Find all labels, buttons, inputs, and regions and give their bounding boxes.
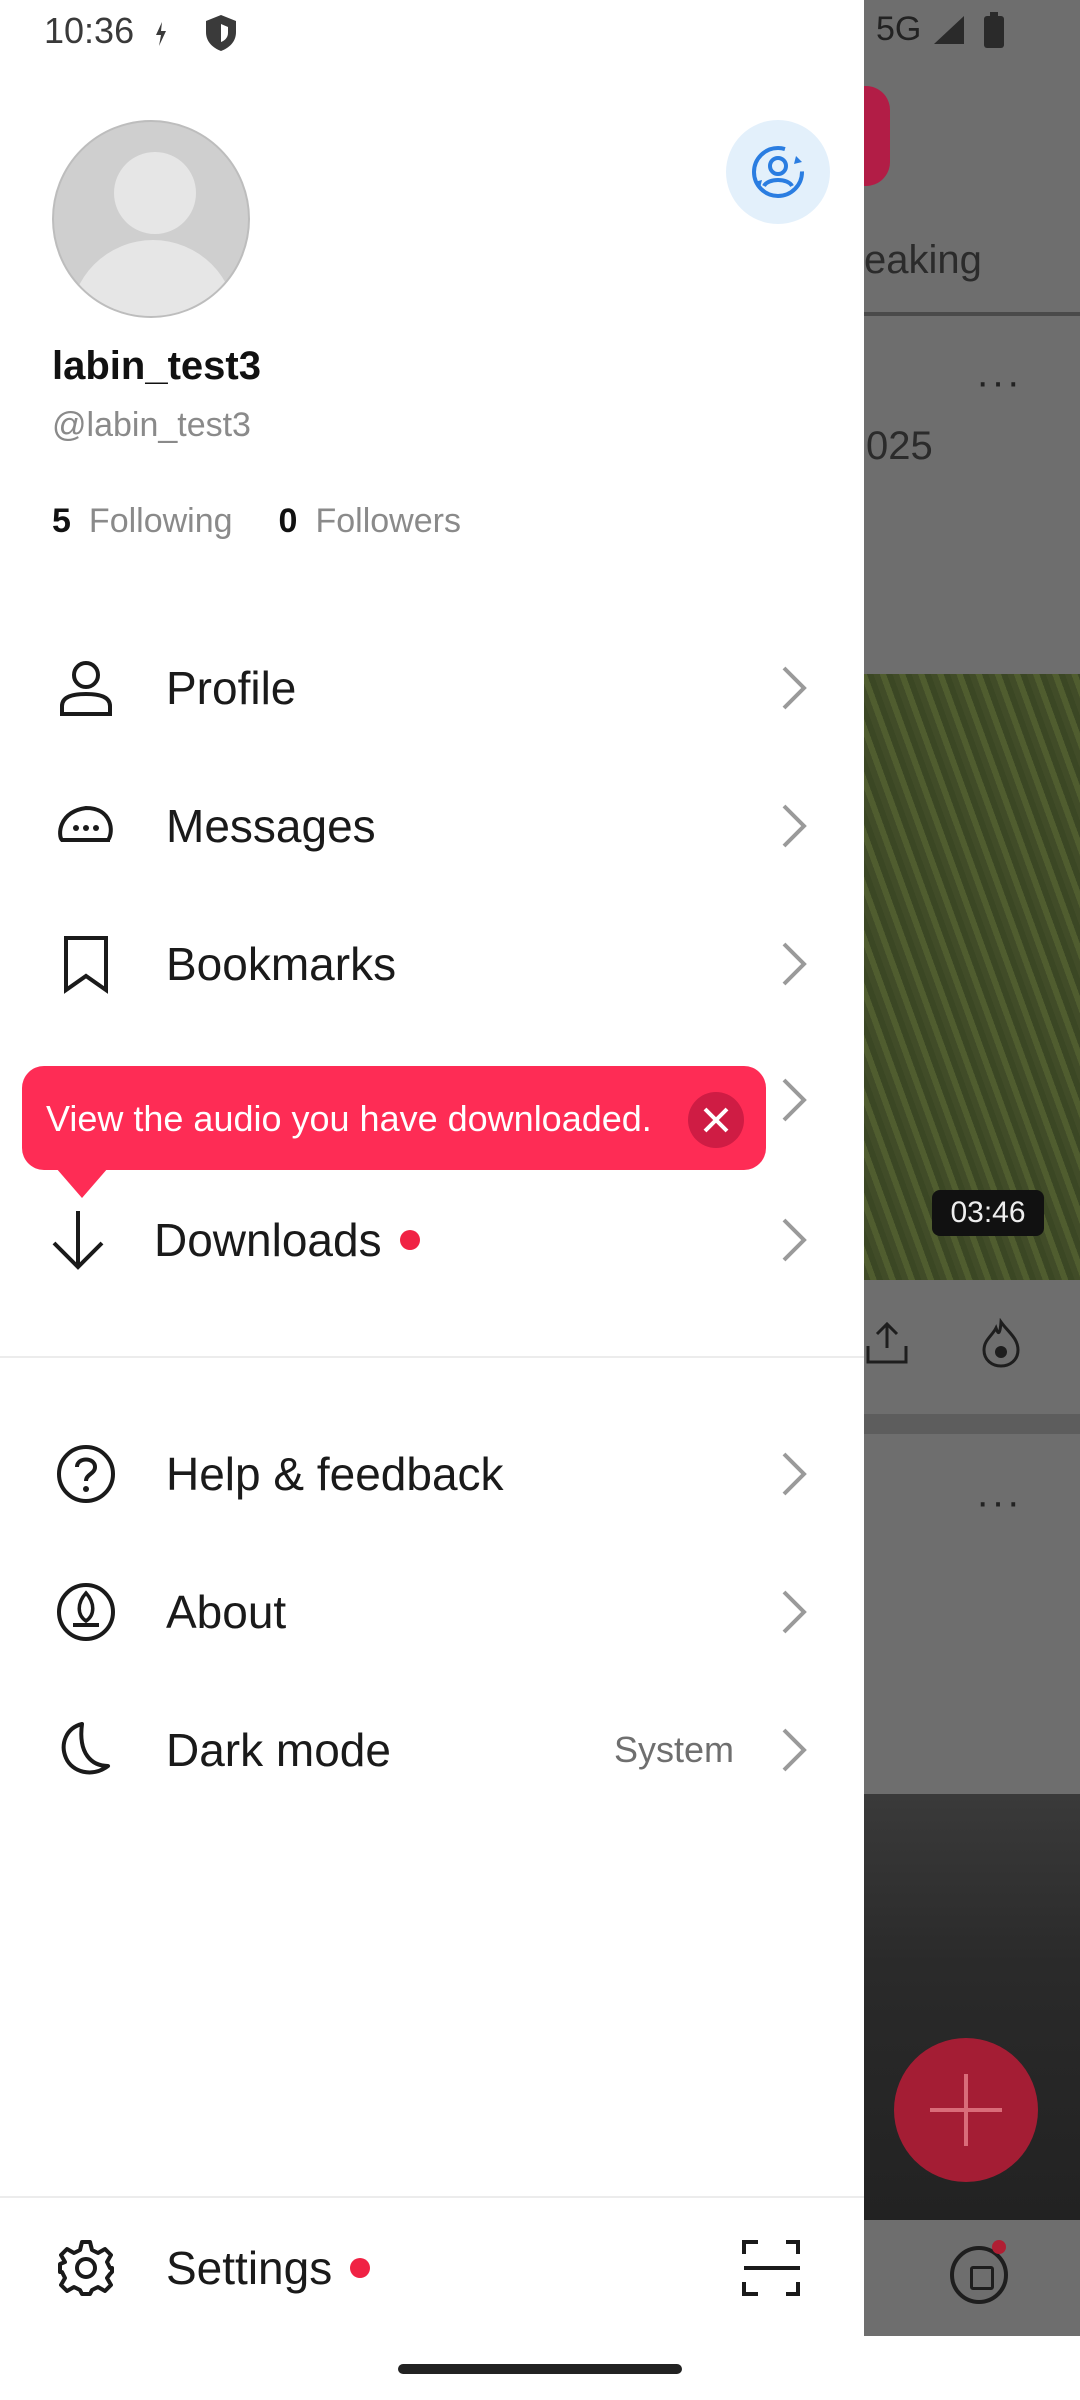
menu-item-profile[interactable]: Profile xyxy=(0,628,864,748)
chevron-right-icon xyxy=(782,804,807,848)
tooltip-pointer xyxy=(56,1168,108,1198)
tooltip-text: View the audio you have downloaded. xyxy=(46,1098,652,1139)
bookmark-icon xyxy=(54,932,118,996)
chevron-right-icon xyxy=(782,1218,807,1262)
navigation-drawer: 10:36 labin_test3 @labin_test3 5 Followin… xyxy=(0,0,864,2336)
user-handle: @labin_test3 xyxy=(52,406,251,444)
background-divider xyxy=(864,1414,1080,1434)
downloads-badge xyxy=(399,1229,420,1250)
username: labin_test3 xyxy=(52,344,261,388)
background-tab-underline xyxy=(864,312,1080,316)
person-icon xyxy=(54,656,118,720)
chevron-right-icon xyxy=(782,1452,807,1496)
following-count: 5 xyxy=(52,502,71,540)
menu-item-settings[interactable]: Settings xyxy=(0,2208,864,2328)
menu-label-downloads: Downloads xyxy=(154,1213,420,1267)
avatar-body xyxy=(70,240,236,316)
followers-label: Followers xyxy=(315,502,461,540)
menu-item-downloads[interactable]: Downloads xyxy=(0,1180,864,1300)
about-logo-icon xyxy=(54,1580,118,1644)
moon-icon xyxy=(54,1718,118,1782)
download-arrow-icon xyxy=(46,1208,110,1272)
background-fire-icon xyxy=(982,1318,1020,1368)
tooltip-close-button[interactable] xyxy=(688,1092,744,1148)
section-divider xyxy=(0,1356,864,1358)
following-stat[interactable]: 5 Following xyxy=(52,502,233,541)
downloads-label: Downloads xyxy=(154,1214,382,1266)
followers-stat[interactable]: 0 Followers xyxy=(279,502,461,541)
avatar[interactable] xyxy=(52,120,250,318)
shield-icon xyxy=(206,15,236,51)
scan-button[interactable] xyxy=(740,2236,804,2300)
switch-account-button[interactable] xyxy=(726,120,830,224)
signal-icon xyxy=(934,16,964,44)
menu-label-messages: Messages xyxy=(166,800,376,852)
menu-label-profile: Profile xyxy=(166,662,297,714)
chevron-right-icon xyxy=(782,942,807,986)
background-more-icon-2: ··· xyxy=(976,1480,1022,1524)
network-indicator: 5G xyxy=(876,10,921,49)
background-video-duration: 03:46 xyxy=(932,1190,1044,1236)
menu-item-dark-mode[interactable]: Dark mode System xyxy=(0,1690,864,1810)
background-nav-badge xyxy=(992,2240,1006,2254)
chevron-right-icon xyxy=(782,1590,807,1634)
menu-item-messages[interactable]: Messages xyxy=(0,766,864,886)
status-time: 10:36 xyxy=(44,10,135,51)
network-type: 5G xyxy=(876,10,922,48)
background-tab-label: eaking xyxy=(864,238,982,282)
avatar-head xyxy=(114,152,196,234)
background-more-icon: ··· xyxy=(976,360,1022,404)
background-create-button xyxy=(894,2038,1038,2182)
background-share-icon xyxy=(866,1321,908,1364)
menu-item-bookmarks[interactable]: Bookmarks xyxy=(0,904,864,1024)
menu-label-about: About xyxy=(166,1586,287,1638)
dark-mode-value: System xyxy=(614,1729,735,1770)
switch-account-icon xyxy=(752,146,804,198)
menu-item-help[interactable]: Help & feedback xyxy=(0,1414,864,1534)
menu-label-bookmarks: Bookmarks xyxy=(166,938,397,990)
gear-icon xyxy=(54,2236,118,2300)
help-circle-icon xyxy=(54,1442,118,1506)
menu-label-help: Help & feedback xyxy=(166,1448,504,1500)
home-indicator[interactable] xyxy=(398,2364,682,2374)
chevron-right-icon xyxy=(782,1728,807,1772)
downloads-tooltip: View the audio you have downloaded. xyxy=(22,1066,766,1170)
background-date: 025 xyxy=(866,424,933,468)
charging-icon xyxy=(156,22,166,46)
menu-label-dark-mode: Dark mode xyxy=(166,1724,391,1776)
battery-icon xyxy=(984,12,1004,48)
menu-label-settings: Settings xyxy=(166,2241,371,2295)
followers-count: 0 xyxy=(278,502,298,540)
scan-icon xyxy=(742,2240,800,2296)
following-label: Following xyxy=(88,502,233,540)
settings-label: Settings xyxy=(166,2242,333,2294)
menu-item-about[interactable]: About xyxy=(0,1552,864,1672)
chevron-right-icon xyxy=(782,1078,807,1122)
follow-stats: 5 Following 0 Followers xyxy=(52,502,507,541)
close-icon xyxy=(703,1107,729,1133)
background-nav-icon xyxy=(950,2246,1008,2304)
chat-bubble-icon xyxy=(54,794,118,858)
bottom-divider xyxy=(0,2196,864,2198)
settings-badge xyxy=(350,2257,371,2278)
chevron-right-icon xyxy=(782,666,807,710)
